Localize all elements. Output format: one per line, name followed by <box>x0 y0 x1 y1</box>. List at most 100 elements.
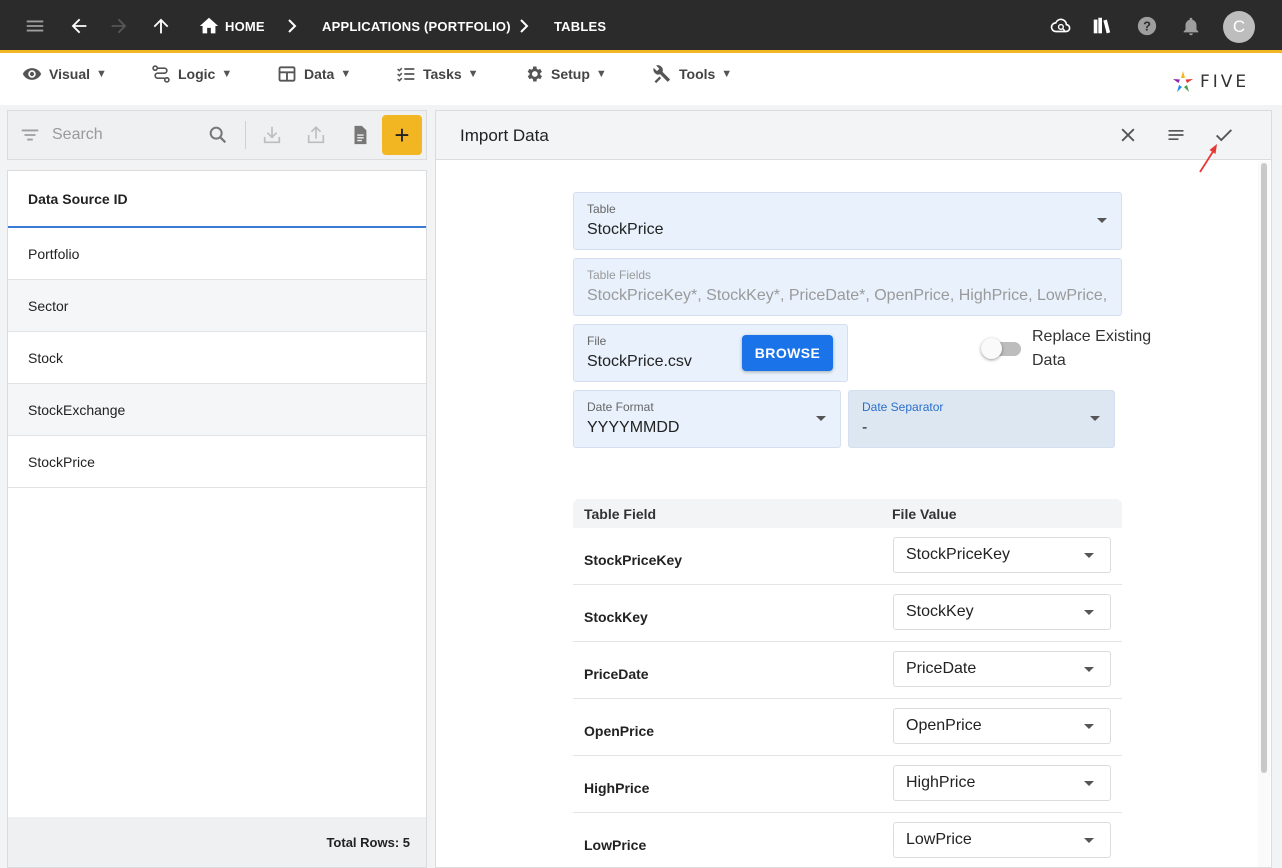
column-header[interactable]: Data Source ID <box>8 171 426 228</box>
document-icon[interactable] <box>348 123 372 147</box>
breadcrumb-applications[interactable]: APPLICATIONS (PORTFOLIO) <box>322 19 511 34</box>
list-item[interactable]: Sector <box>8 280 426 332</box>
menu-tools[interactable]: Tools ▼ <box>652 61 732 87</box>
scrollbar-thumb[interactable] <box>1261 163 1267 773</box>
cloud-sync-icon[interactable] <box>1047 13 1073 39</box>
forward-arrow-icon[interactable] <box>106 13 132 39</box>
search-icon[interactable] <box>206 123 230 147</box>
menu-logic-label: Logic <box>178 66 216 82</box>
mapping-row: StockKey StockKey <box>573 585 1122 642</box>
table-field-name: LowPrice <box>584 837 647 853</box>
chevron-right-icon <box>520 19 529 33</box>
caret-icon: ▼ <box>96 68 107 80</box>
file-field[interactable]: File StockPrice.csv BROWSE <box>573 324 848 382</box>
table-field-name: PriceDate <box>584 666 649 682</box>
file-value: StockPrice.csv <box>587 353 692 370</box>
file-value-selected: PriceDate <box>906 660 977 677</box>
top-bar: HOME APPLICATIONS (PORTFOLIO) TABLES ? C <box>0 0 1282 53</box>
file-value-selected: OpenPrice <box>906 717 982 734</box>
toolbar-divider <box>245 121 246 149</box>
date-format-select[interactable]: Date Format YYYYMMDD <box>573 390 841 448</box>
dropdown-arrow-icon <box>1084 610 1094 615</box>
col-file-value: File Value <box>892 506 957 522</box>
menu-setup[interactable]: Setup ▼ <box>524 61 607 87</box>
mapping-header: Table Field File Value <box>573 499 1122 528</box>
checklist-icon <box>397 67 415 82</box>
table-field-name: StockPriceKey <box>584 552 683 568</box>
panel-header: Import Data <box>436 111 1271 160</box>
col-table-field: Table Field <box>584 506 657 522</box>
menu-logic[interactable]: Logic ▼ <box>151 61 232 87</box>
dropdown-arrow-icon <box>1090 416 1100 421</box>
five-logo: FIVE <box>1172 69 1249 95</box>
caret-icon: ▼ <box>467 68 479 80</box>
date-separator-select[interactable]: Date Separator - <box>848 390 1115 448</box>
up-arrow-icon[interactable] <box>148 13 174 39</box>
table-value: StockPrice <box>587 221 664 238</box>
file-value-select[interactable]: LowPrice <box>893 822 1111 858</box>
home-icon[interactable] <box>196 13 222 39</box>
menu-tools-label: Tools <box>679 66 716 82</box>
gear-icon <box>527 66 542 82</box>
list-item[interactable]: Stock <box>8 332 426 384</box>
menu-data[interactable]: Data ▼ <box>277 61 351 87</box>
menu-bar: Visual ▼ Logic ▼ Data ▼ Tasks ▼ Setup ▼ … <box>0 53 1282 105</box>
bell-icon[interactable] <box>1178 13 1204 39</box>
caret-icon: ▼ <box>721 68 733 80</box>
dropdown-arrow-icon <box>1084 724 1094 729</box>
file-value-select[interactable]: PriceDate <box>893 651 1111 687</box>
caret-icon: ▼ <box>221 68 233 80</box>
download-icon[interactable] <box>260 123 284 147</box>
dropdown-arrow-icon <box>1084 781 1094 786</box>
hamburger-icon[interactable] <box>22 13 48 39</box>
add-button[interactable]: + <box>382 115 422 155</box>
file-value-select[interactable]: StockKey <box>893 594 1111 630</box>
date-separator-value: - <box>862 419 868 436</box>
help-icon[interactable]: ? <box>1134 13 1160 39</box>
file-value-selected: HighPrice <box>906 774 976 791</box>
annotation-arrow-icon <box>1199 144 1217 173</box>
list-item[interactable]: StockExchange <box>8 384 426 436</box>
dropdown-arrow-icon <box>816 416 826 421</box>
user-avatar[interactable]: C <box>1223 11 1255 43</box>
mapping-row: LowPrice LowPrice <box>573 813 1122 868</box>
logic-icon <box>152 65 170 83</box>
table-field-name: HighPrice <box>584 780 650 796</box>
menu-visual[interactable]: Visual ▼ <box>22 61 107 87</box>
file-value-selected: StockPriceKey <box>906 546 1011 563</box>
date-format-label: Date Format <box>587 400 654 414</box>
file-value-select[interactable]: HighPrice <box>893 765 1111 801</box>
list-item[interactable]: StockPrice <box>8 436 426 488</box>
logo-text: FIVE <box>1200 72 1250 92</box>
page-title: Import Data <box>460 126 549 145</box>
table-fields-label: Table Fields <box>587 268 652 282</box>
table-select[interactable]: Table StockPrice <box>573 192 1122 250</box>
file-value-select[interactable]: OpenPrice <box>893 708 1111 744</box>
replace-existing-label: Replace Existing Data <box>1032 328 1152 369</box>
upload-icon[interactable] <box>304 123 328 147</box>
back-arrow-icon[interactable] <box>66 13 92 39</box>
dropdown-arrow-icon <box>1097 218 1107 223</box>
caret-icon: ▼ <box>340 68 352 80</box>
breadcrumb-tables[interactable]: TABLES <box>554 19 606 34</box>
menu-data-label: Data <box>304 66 335 82</box>
close-icon[interactable] <box>1116 123 1140 147</box>
menu-tasks-label: Tasks <box>423 66 462 82</box>
field-mapping-table: Table Field File Value StockPriceKey Stoc… <box>573 499 1122 868</box>
breadcrumb-home[interactable]: HOME <box>225 19 265 34</box>
dropdown-arrow-icon <box>1084 667 1094 672</box>
browse-button[interactable]: BROWSE <box>742 335 833 371</box>
menu-tasks[interactable]: Tasks ▼ <box>396 61 479 87</box>
filter-icon[interactable] <box>18 123 42 147</box>
notes-icon[interactable] <box>1164 123 1188 147</box>
toggle-knob[interactable] <box>981 338 1002 359</box>
list-item[interactable]: Portfolio <box>8 228 426 280</box>
date-separator-label: Date Separator <box>862 400 944 414</box>
table-fields-value: StockPriceKey*, StockKey*, PriceDate*, O… <box>587 287 1110 304</box>
search-input[interactable]: Search <box>52 126 103 144</box>
dropdown-arrow-icon <box>1084 553 1094 558</box>
menu-setup-label: Setup <box>551 66 590 82</box>
library-icon[interactable] <box>1089 13 1115 39</box>
file-value-select[interactable]: StockPriceKey <box>893 537 1111 573</box>
menu-visual-label: Visual <box>49 66 90 82</box>
